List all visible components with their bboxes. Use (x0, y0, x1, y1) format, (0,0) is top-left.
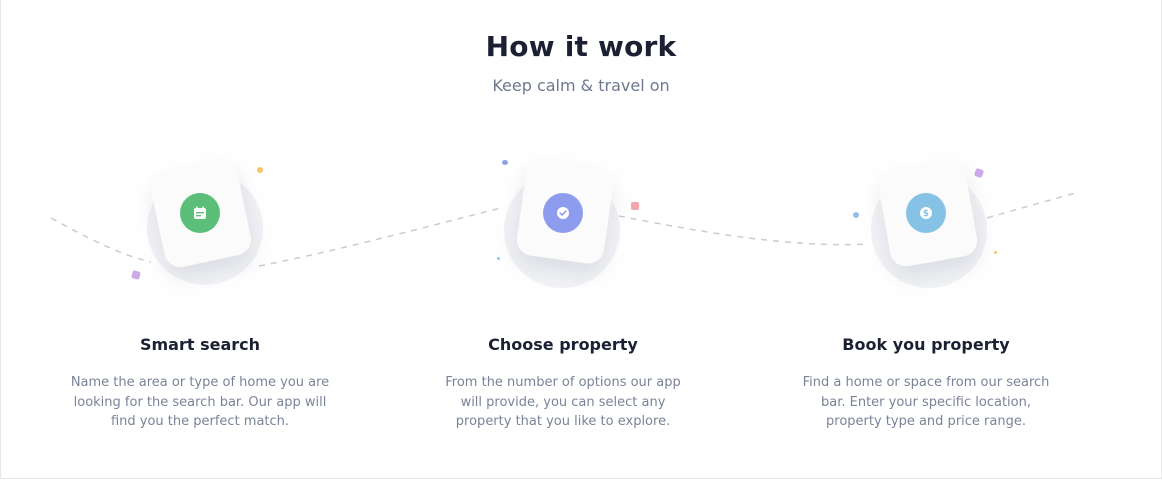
step-smart-search: Smart search Name the area or type of ho… (50, 0, 350, 480)
step-description: Name the area or type of home you are lo… (70, 375, 330, 429)
how-it-works-section: How it work Keep calm & travel on Smart … (0, 0, 1162, 479)
svg-text:$: $ (923, 209, 929, 219)
step-title: Choose property (488, 335, 638, 354)
step-description: Find a home or space from our search bar… (802, 375, 1050, 429)
step-title: Smart search (139, 335, 261, 354)
dollar-coin-icon: $ (920, 207, 932, 219)
step-description: From the number of options our app will … (445, 375, 681, 429)
step-book-property: $ Book you property Find a home or space… (776, 0, 1076, 480)
check-circle-icon (557, 207, 569, 219)
step-title: Book you property (842, 335, 1010, 354)
step-icon-badge: $ (906, 193, 946, 233)
step-icon-badge (543, 193, 583, 233)
step-icon-badge (180, 193, 220, 233)
calendar-icon (194, 206, 206, 219)
step-choose-property: Choose property From the number of optio… (413, 0, 713, 480)
